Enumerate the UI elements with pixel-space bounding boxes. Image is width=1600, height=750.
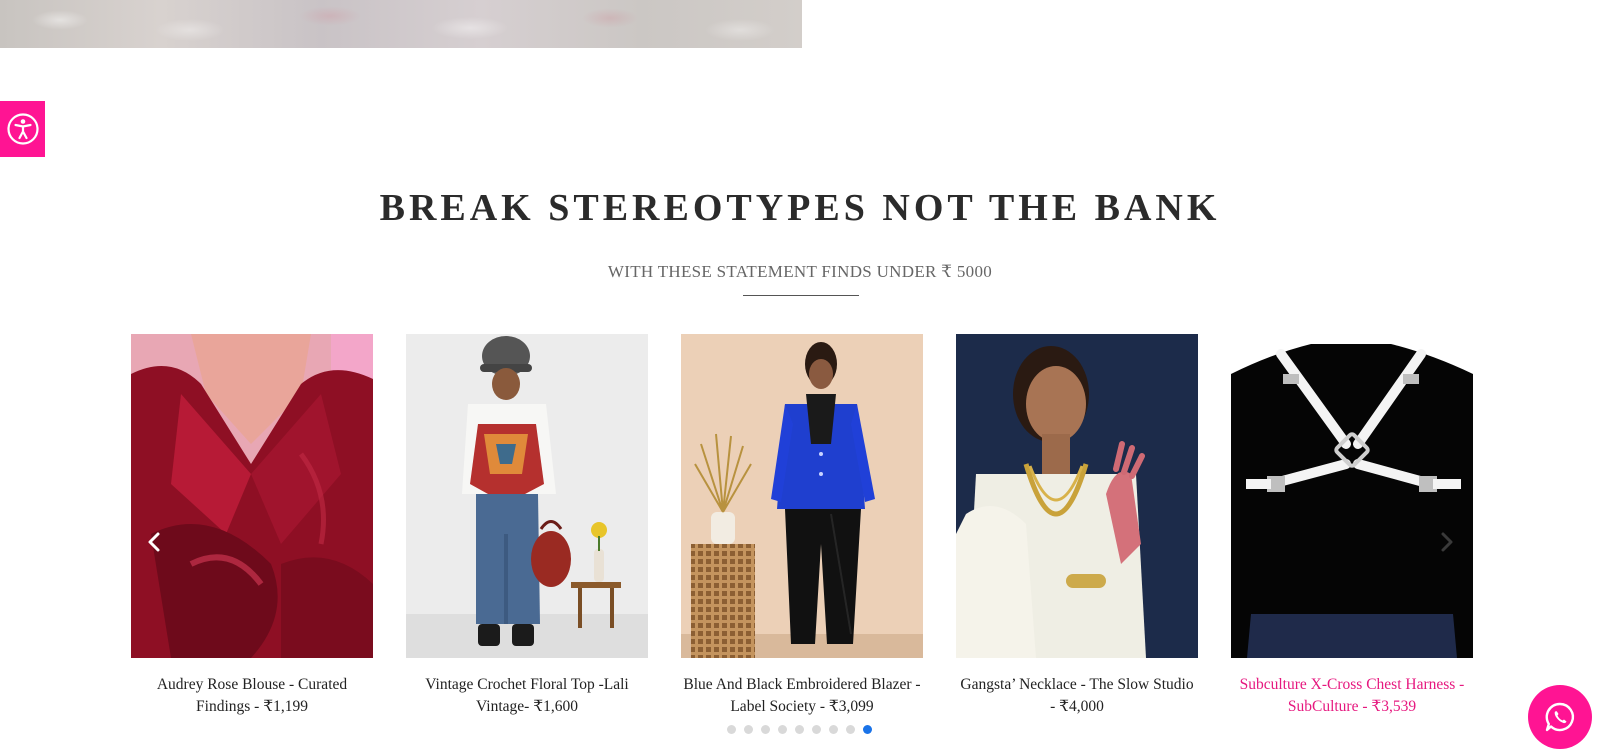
- product-carousel: Audrey Rose Blouse - Curated Findings - …: [0, 334, 1600, 744]
- pagination-dot[interactable]: [812, 725, 821, 734]
- product-caption[interactable]: Blue And Black Embroidered Blazer - Labe…: [681, 674, 923, 718]
- product-image[interactable]: [1231, 334, 1473, 658]
- carousel-next-button[interactable]: [1435, 527, 1459, 557]
- top-banner-image: [0, 0, 802, 48]
- product-image[interactable]: [956, 334, 1198, 658]
- accessibility-button[interactable]: [0, 101, 45, 157]
- whatsapp-icon: [1545, 702, 1575, 732]
- product-image[interactable]: [131, 334, 373, 658]
- product-card[interactable]: Subculture X-Cross Chest Harness - SubCu…: [1231, 334, 1473, 718]
- accessibility-icon: [6, 113, 39, 145]
- whatsapp-chat-button[interactable]: [1528, 685, 1592, 749]
- section-title: BREAK STEREOTYPES NOT THE BANK: [379, 187, 1221, 229]
- product-card[interactable]: Gangsta’ Necklace - The Slow Studio - ₹4…: [956, 334, 1198, 718]
- section-subtitle: WITH THESE STATEMENT FINDS UNDER ₹ 5000: [607, 262, 993, 281]
- product-caption[interactable]: Audrey Rose Blouse - Curated Findings - …: [131, 674, 373, 718]
- chevron-right-icon: [1441, 532, 1453, 552]
- chevron-left-icon: [148, 532, 160, 552]
- pagination-dot[interactable]: [846, 725, 855, 734]
- product-caption[interactable]: Vintage Crochet Floral Top -Lali Vintage…: [406, 674, 648, 718]
- carousel-pagination: [727, 725, 872, 735]
- pagination-dot[interactable]: [727, 725, 736, 734]
- product-caption[interactable]: Subculture X-Cross Chest Harness - SubCu…: [1231, 674, 1473, 718]
- product-caption[interactable]: Gangsta’ Necklace - The Slow Studio - ₹4…: [956, 674, 1198, 718]
- pagination-dot[interactable]: [761, 725, 770, 734]
- product-image[interactable]: [406, 334, 648, 658]
- carousel-prev-button[interactable]: [142, 527, 166, 557]
- pagination-dot[interactable]: [795, 725, 804, 734]
- pagination-dot[interactable]: [744, 725, 753, 734]
- product-image[interactable]: [681, 334, 923, 658]
- title-divider: [743, 295, 859, 296]
- pagination-dot[interactable]: [778, 725, 787, 734]
- product-card[interactable]: Vintage Crochet Floral Top -Lali Vintage…: [406, 334, 648, 718]
- product-card[interactable]: Blue And Black Embroidered Blazer - Labe…: [681, 334, 923, 718]
- pagination-dot-active[interactable]: [863, 725, 872, 734]
- pagination-dot[interactable]: [829, 725, 838, 734]
- product-card[interactable]: Audrey Rose Blouse - Curated Findings - …: [131, 334, 373, 718]
